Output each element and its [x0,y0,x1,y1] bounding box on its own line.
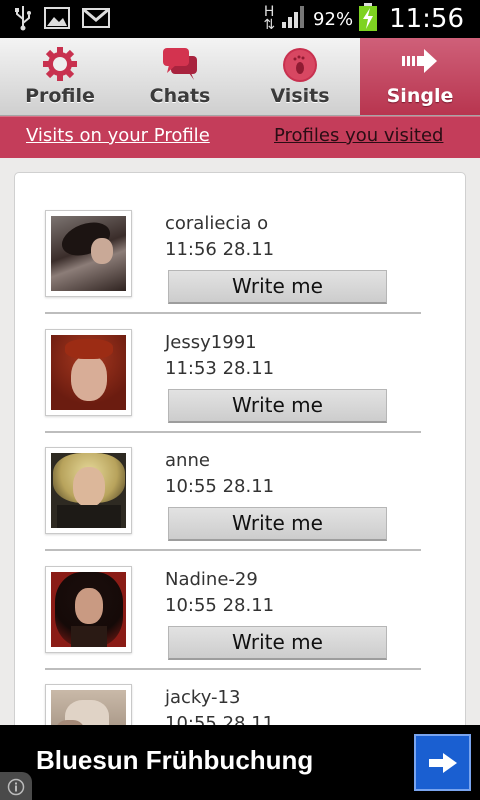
usb-icon [14,5,32,35]
tab-visits[interactable]: Visits [240,38,360,115]
avatar[interactable] [45,447,132,534]
tab-single-label: Single [386,85,454,107]
tab-chats[interactable]: Chats [120,38,240,115]
visits-list-card: coraliecia o 11:56 28.11 Write me Jessy1… [14,172,466,800]
chat-bubbles-icon [161,46,199,86]
avatar[interactable] [45,210,132,297]
main-tab-bar: Profile Chats Visits Single [0,38,480,116]
ad-info-button[interactable] [0,772,32,800]
ad-banner[interactable]: Bluesun Frühbuchung [0,725,480,800]
visitor-name: jacky-13 [165,687,241,708]
list-item: coraliecia o 11:56 28.11 Write me [45,173,421,314]
list-item: Nadine-29 10:55 28.11 Write me [45,529,421,670]
visit-time: 10:55 28.11 [165,595,275,616]
visitor-name: Nadine-29 [165,569,258,590]
arrow-right-icon [428,752,458,778]
ad-arrow-button[interactable] [414,734,471,791]
tab-profile[interactable]: Profile [0,38,120,115]
ad-text[interactable]: Bluesun Frühbuchung [36,745,313,776]
visitor-name: Jessy1991 [165,332,257,353]
battery-percent: 92% [313,8,354,30]
visitor-name: anne [165,450,210,471]
list-item: Jessy1991 11:53 28.11 Write me [45,292,421,433]
network-type-label: H [263,4,275,20]
link-visits-on-profile[interactable]: Visits on your Profile [26,125,210,146]
list-item: anne 10:55 28.11 Write me [45,410,421,551]
visit-time: 11:53 28.11 [165,358,275,379]
gear-icon [42,46,78,86]
tab-single[interactable]: Single [360,38,480,115]
battery-charging-icon [359,3,378,35]
avatar[interactable] [45,329,132,416]
visitor-name: coraliecia o [165,213,269,234]
visit-time: 11:56 28.11 [165,239,275,260]
arrow-right-icon [400,46,440,80]
info-icon [7,778,25,800]
tab-profile-label: Profile [25,85,95,107]
avatar[interactable] [45,566,132,653]
tab-chats-label: Chats [149,85,211,107]
visit-time: 10:55 28.11 [165,476,275,497]
network-type-indicator: H ⇅ [263,4,276,33]
tab-visits-label: Visits [270,85,330,107]
clock: 11:56 [389,4,464,34]
gallery-icon [44,7,70,33]
link-profiles-visited[interactable]: Profiles you visited [274,125,443,146]
footprint-icon [281,46,319,88]
status-bar: H ⇅ 92% 11:56 [0,0,480,38]
signal-icon [281,5,307,33]
gmail-icon [82,7,110,32]
visits-sub-nav: Visits on your Profile Profiles you visi… [0,116,480,158]
